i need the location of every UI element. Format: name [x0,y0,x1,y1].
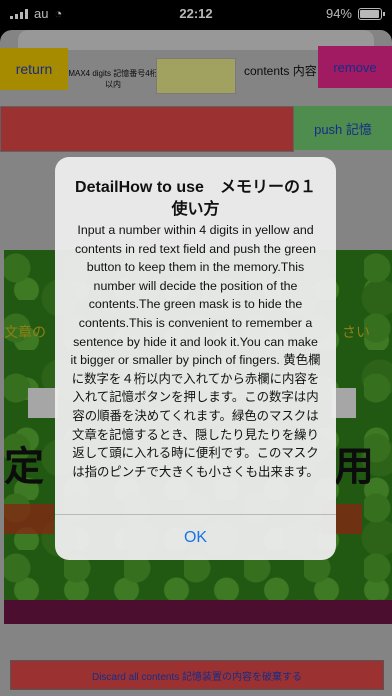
help-alert: DetailHow to use メモリーの１ 使い方 Input a numb… [55,157,336,560]
alert-body: Input a number within 4 digits in yellow… [70,223,321,479]
ok-button[interactable]: OK [55,515,336,560]
alert-title: DetailHow to use メモリーの１ 使い方 [75,179,332,218]
